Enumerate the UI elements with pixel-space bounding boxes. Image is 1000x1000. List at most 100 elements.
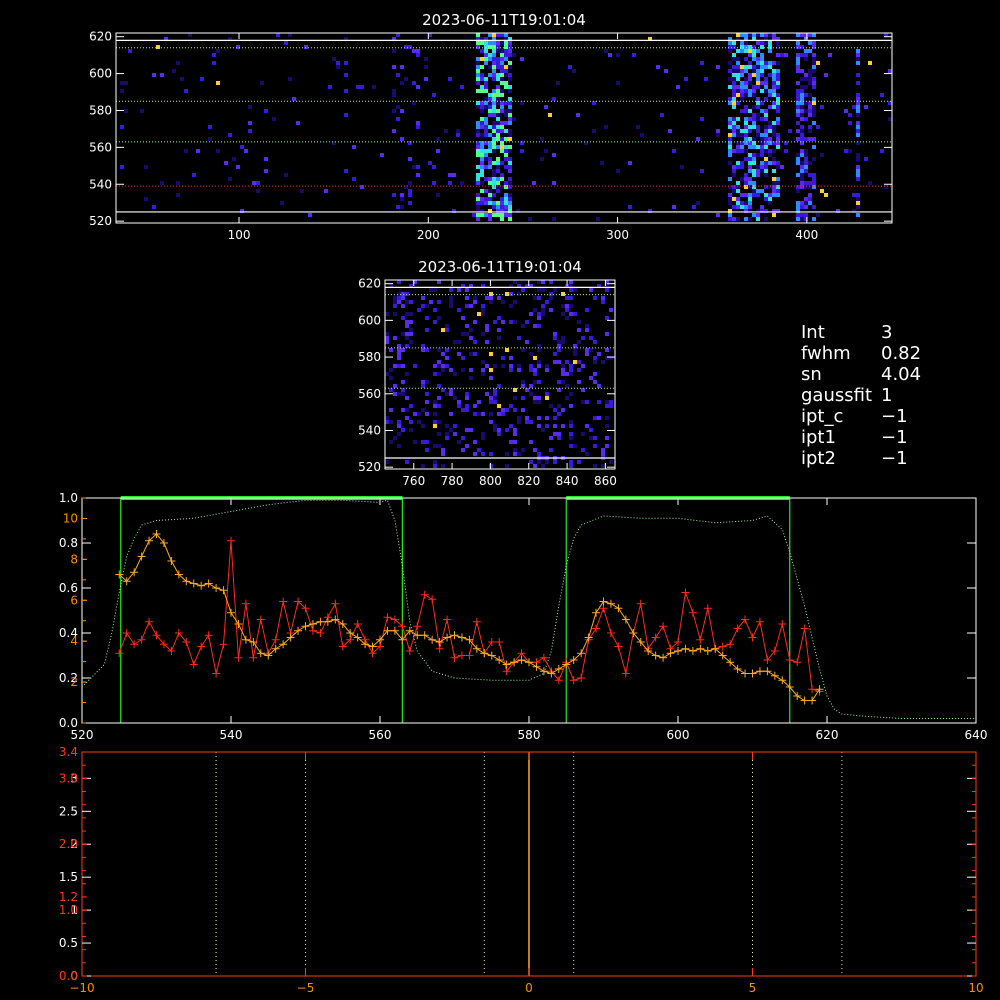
heatmap-cell [120,165,124,169]
heatmap-cell [408,157,412,161]
heatmap-cell [452,173,456,177]
heatmap-cell [764,169,768,173]
heatmap-cell [561,364,565,368]
info-key: ipt1 [801,427,836,448]
heatmap-cell [768,137,772,141]
heatmap-cell [424,57,428,61]
heatmap-cell [800,137,804,141]
heatmap-cell [760,205,764,209]
heatmap-cell [484,189,488,193]
heatmap-cell [752,161,756,165]
heatmap-cell [736,101,740,105]
heatmap-cell [441,368,445,372]
heatmap-cell [748,89,752,93]
heatmap-cell [808,173,812,177]
heatmap-cell [732,73,736,77]
heatmap-cell [589,336,593,340]
data-point [227,608,235,617]
heatmap-cell [764,41,768,45]
data-point [621,669,630,678]
heatmap-cell [448,181,452,185]
heatmap-cell [481,412,485,416]
info-value: 0.82 [881,343,922,364]
heatmap-cell [496,57,500,61]
heatmap-cell [748,65,752,69]
heatmap-cell [616,169,620,173]
heatmap-cell [748,49,752,53]
heatmap-cell [485,364,489,368]
heatmap-cell [756,169,760,173]
heatmap-cell [513,428,517,432]
heatmap-cell [509,356,513,360]
heatmap-cell [344,113,348,117]
heatmap-cell [812,69,816,73]
heatmap-cell [425,440,429,444]
heatmap-cell [756,133,760,137]
heatmap-cell [517,452,521,456]
heatmap-cell [264,109,268,113]
heatmap-cell [577,340,581,344]
heatmap-cell [517,336,521,340]
heatmap-cell [756,85,760,89]
heatmap-cell [492,93,496,97]
heatmap-cell [756,69,760,73]
data-point [219,640,228,649]
heatmap-cell [728,177,732,181]
heatmap-cell [484,81,488,85]
heatmap-cell [800,69,804,73]
heatmap-cell [437,348,441,352]
heatmap-cell [776,109,780,113]
heatmap-cell [756,117,760,121]
heatmap-cell [600,161,604,165]
heatmap-cell [800,45,804,49]
heatmap-cell [565,396,569,400]
heatmap-cell [553,408,557,412]
heatmap-cell [496,77,500,81]
data-point [688,647,697,655]
heatmap-cell [744,77,748,81]
heatmap-cell [569,460,573,464]
heatmap-cell [573,312,577,316]
heatmap-cell [492,125,496,129]
heatmap-cell [764,113,768,117]
heatmap-cell [561,424,565,428]
heatmap-cell [760,189,764,193]
heatmap-cell [492,137,496,141]
heatmap-cell [752,89,756,93]
heatmap-cell [484,41,488,45]
data-point [770,671,779,680]
heatmap-cell [408,189,412,193]
heatmap-cell [820,153,824,157]
heatmap-cell [692,205,696,209]
heatmap-cell [489,300,493,304]
heatmap-cell [808,185,812,189]
heatmap-cell [484,157,488,161]
heatmap-cell [788,129,792,133]
heatmap-cell [740,145,744,149]
heatmap-cell [480,105,484,109]
heatmap-cell [565,308,569,312]
heatmap-cell [492,57,496,61]
heatmap-cell [405,416,409,420]
heatmap-cell [409,428,413,432]
data-point [241,599,250,608]
heatmap-cell [732,57,736,61]
heatmap-cell [228,133,232,137]
heatmap-cell [512,53,516,57]
heatmap-cell [760,33,764,37]
heatmap-cell [728,145,732,149]
heatmap-cell [808,93,812,97]
heatmap-cell [401,332,405,336]
heatmap-cell [756,213,760,217]
heatmap-cell [800,217,804,221]
heatmap-cell [680,165,684,169]
heatmap-cell [356,85,360,89]
heatmap-cell [756,113,760,117]
heatmap-cell [352,177,356,181]
heatmap-cell [776,185,780,189]
x-tick-label: 10 [968,981,983,995]
heatmap-cell [264,157,268,161]
heatmap-cell [124,81,128,85]
heatmap-cell [477,448,481,452]
heatmap-cell [445,432,449,436]
